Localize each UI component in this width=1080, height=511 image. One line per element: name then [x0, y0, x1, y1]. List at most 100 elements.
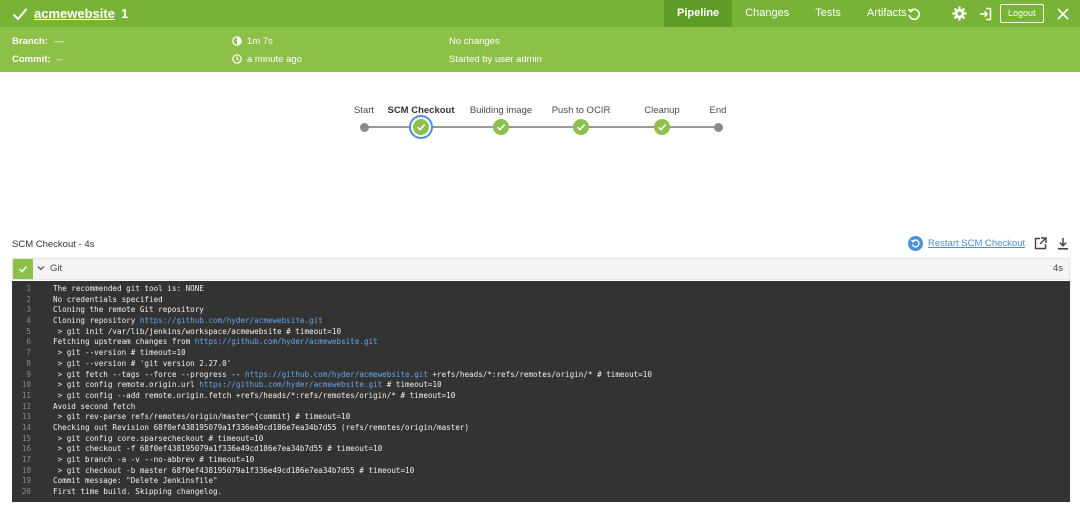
log-line-text: Cloning the remote Git repository	[53, 305, 204, 315]
log-line: 19 Commit message: "Delete Jenkinsfile"	[12, 476, 1070, 487]
tab-tests[interactable]: Tests	[802, 0, 854, 27]
exit-icon[interactable]	[976, 0, 994, 27]
log-line-text: > git init /var/lib/jenkins/workspace/ac…	[53, 326, 342, 336]
chevron-down-icon[interactable]	[37, 264, 45, 272]
log-line: 5 > git init /var/lib/jenkins/workspace/…	[12, 327, 1070, 338]
log-line-text: > git checkout -b master 68f0ef438195079…	[53, 465, 415, 475]
log-line: 6 Fetching upstream changes from https://…	[12, 337, 1070, 348]
stage-node-building-image[interactable]	[493, 119, 509, 135]
duration-icon	[232, 36, 242, 46]
log-line-number[interactable]: 18	[12, 466, 53, 477]
log-url-link[interactable]: https://github.com/hyder/acmewebsite.git	[140, 316, 323, 325]
log-line-number[interactable]: 12	[12, 402, 53, 413]
branch-value: —	[53, 35, 64, 47]
pipeline-name-link[interactable]: acmewebsite	[34, 6, 115, 21]
commit-info: Commit: –	[12, 52, 62, 66]
stage-node-scm-checkout[interactable]	[413, 119, 429, 135]
log-line: 9 > git fetch --tags --force --progress …	[12, 370, 1070, 381]
commit-value: –	[56, 53, 62, 65]
log-line-text: > git branch -a -v --no-abbrev # timeout…	[53, 455, 255, 464]
stage-label-start: Start	[353, 105, 375, 116]
log-url-link[interactable]: https://github.com/hyder/acmewebsite.git	[199, 380, 382, 389]
stage-label-cleanup[interactable]: Cleanup	[644, 105, 679, 116]
step-row-git[interactable]: Git 4s	[12, 258, 1070, 280]
log-line-text: Commit message: "Delete Jenkinsfile"	[53, 476, 218, 486]
log-line-text: Avoid second fetch	[53, 401, 136, 411]
log-line: 14 Checking out Revision 68f0ef438195079a…	[12, 423, 1070, 434]
log-line-text: > git --version # timeout=10	[53, 348, 186, 358]
close-icon[interactable]	[1055, 0, 1071, 27]
log-line-number[interactable]: 20	[12, 487, 53, 498]
log-line-text: > git --version # 'git version 2.27.0'	[53, 358, 232, 368]
changes-text: No changes	[449, 35, 500, 47]
run-info-bar: Branch: — Commit: – 1m 7s a minute ago N…	[0, 27, 1080, 72]
check-icon	[416, 124, 426, 131]
log-line-number[interactable]: 2	[12, 295, 53, 306]
download-icon[interactable]	[1057, 237, 1069, 255]
step-name: Git	[50, 263, 63, 274]
log-line-number[interactable]: 7	[12, 348, 53, 359]
log-line: 18 > git checkout -b master 68f0ef438195…	[12, 466, 1070, 477]
log-line-number[interactable]: 5	[12, 327, 53, 338]
log-line-number[interactable]: 14	[12, 423, 53, 434]
log-line-number[interactable]: 6	[12, 337, 53, 348]
tab-changes[interactable]: Changes	[732, 0, 802, 27]
run-title: acmewebsite 1	[12, 0, 128, 27]
step-status-success	[13, 259, 33, 279]
stage-label-building-image[interactable]: Building image	[470, 105, 532, 116]
stage-label-scm-checkout[interactable]: SCM Checkout	[387, 105, 454, 116]
log-line-text: Checking out Revision 68f0ef438195079a1f…	[53, 422, 470, 432]
log-line-number[interactable]: 16	[12, 444, 53, 455]
console-log[interactable]: 1 The recommended git tool is: NONE 2 No cr…	[12, 281, 1070, 502]
duration-value: 1m 7s	[247, 35, 273, 47]
end-node	[714, 123, 723, 132]
log-line-number[interactable]: 4	[12, 316, 53, 327]
tab-pipeline[interactable]: Pipeline	[664, 0, 733, 27]
stage-label-end: End	[709, 105, 727, 116]
started-by-text: Started by user admin	[449, 53, 542, 65]
log-line-number[interactable]: 8	[12, 359, 53, 370]
open-external-icon[interactable]	[1034, 237, 1047, 255]
step-title: SCM Checkout - 4s	[12, 239, 95, 250]
run-number: 1	[120, 6, 129, 21]
branch-label: Branch:	[12, 35, 48, 47]
log-line-text: > git config remote.origin.url https://g…	[53, 380, 442, 390]
log-line-text: > git config core.sparsecheckout # timeo…	[53, 433, 264, 443]
log-line-number[interactable]: 10	[12, 380, 53, 391]
replay-icon[interactable]	[905, 0, 923, 27]
log-line-text: First time build. Skipping changelog.	[53, 487, 223, 497]
restart-label[interactable]: Restart SCM Checkout	[928, 238, 1025, 249]
stage-label-push-to-ocir[interactable]: Push to OCIR	[552, 105, 611, 116]
log-line: 17 > git branch -a -v --no-abbrev # time…	[12, 455, 1070, 466]
restart-stage-button[interactable]: Restart SCM Checkout	[908, 236, 1025, 251]
log-line-number[interactable]: 3	[12, 305, 53, 316]
stage-node-push-to-ocir[interactable]	[573, 119, 589, 135]
log-line: 11 > git config --add remote.origin.fetc…	[12, 391, 1070, 402]
changes-info: No changes	[449, 34, 500, 48]
log-url-link[interactable]: https://github.com/hyder/acmewebsite.git	[195, 337, 378, 346]
log-line-text: The recommended git tool is: NONE	[53, 284, 204, 293]
check-icon	[657, 124, 667, 131]
log-line-text: > git config --add remote.origin.fetch +…	[53, 390, 456, 400]
gear-icon[interactable]	[950, 0, 968, 27]
log-line: 20 First time build. Skipping changelog.	[12, 487, 1070, 498]
time-ago: a minute ago	[247, 53, 302, 65]
log-url-link[interactable]: https://github.com/hyder/acmewebsite.git	[245, 370, 428, 379]
clock-icon	[232, 54, 242, 64]
log-line-number[interactable]: 13	[12, 412, 53, 423]
log-line-number[interactable]: 11	[12, 391, 53, 402]
stage-node-cleanup[interactable]	[654, 119, 670, 135]
check-icon	[18, 266, 28, 273]
log-line-number[interactable]: 9	[12, 370, 53, 381]
tab-bar: Pipeline Changes Tests Artifacts	[664, 0, 920, 27]
log-line-number[interactable]: 1	[12, 284, 53, 295]
log-line: 8 > git --version # 'git version 2.27.0'	[12, 359, 1070, 370]
log-line-number[interactable]: 15	[12, 434, 53, 445]
log-line-number[interactable]: 17	[12, 455, 53, 466]
log-line-text: > git fetch --tags --force --progress --…	[53, 369, 652, 379]
success-check-icon	[12, 7, 28, 20]
logout-button[interactable]: Logout	[1000, 4, 1044, 23]
log-line-number[interactable]: 19	[12, 476, 53, 487]
check-icon	[576, 124, 586, 131]
check-icon	[496, 124, 506, 131]
